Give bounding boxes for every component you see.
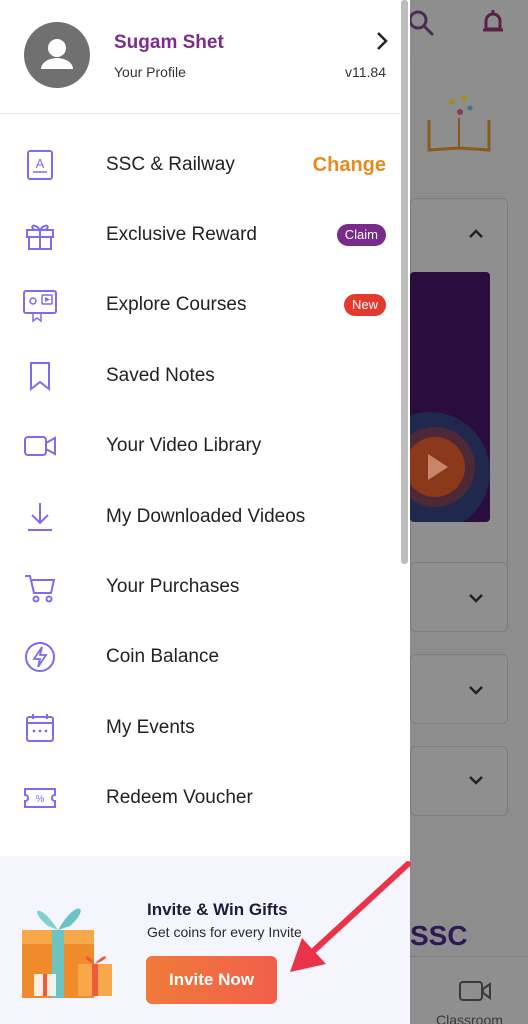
menu-item-saved-notes[interactable]: Saved Notes	[0, 341, 400, 411]
new-badge: New	[343, 294, 386, 316]
menu-item-label: Explore Courses	[106, 294, 247, 315]
menu-item-video-library[interactable]: Your Video Library	[0, 411, 400, 481]
change-category-link[interactable]: Change	[313, 130, 386, 200]
video-camera-icon	[24, 436, 56, 456]
background-section-title: SSC	[410, 920, 468, 951]
user-icon	[41, 39, 73, 69]
menu-item-label: Your Video Library	[106, 435, 262, 456]
chevron-down-icon	[469, 594, 483, 603]
bell-icon	[483, 10, 503, 32]
chevron-right-icon[interactable]	[372, 30, 392, 52]
background-card	[410, 654, 508, 724]
menu-item-exclusive-reward[interactable]: Exclusive Reward Claim	[0, 200, 400, 270]
menu-item-label: Your Purchases	[106, 576, 240, 597]
background-card	[410, 746, 508, 816]
menu-item-my-events[interactable]: My Events	[0, 693, 400, 763]
app-version: v11.84	[345, 64, 386, 80]
cart-icon	[25, 575, 56, 603]
background-tab-label: Classroom	[436, 1012, 503, 1024]
search-icon	[408, 10, 434, 36]
menu-item-label: My Downloaded Videos	[106, 506, 306, 527]
menu-item-purchases[interactable]: Your Purchases	[0, 552, 400, 622]
chevron-up-icon	[469, 229, 483, 238]
exam-icon: A	[27, 150, 53, 180]
classroom-video-icon	[459, 981, 491, 1001]
invite-title: Invite & Win Gifts	[147, 900, 288, 919]
svg-text:%: %	[36, 794, 45, 805]
menu-item-downloaded-videos[interactable]: My Downloaded Videos	[0, 482, 400, 552]
annotation-arrow	[290, 861, 411, 972]
menu-item-ssc-railway[interactable]: A SSC & Railway Change	[0, 130, 400, 200]
menu-item-label: My Events	[106, 717, 195, 738]
gift-icon	[26, 224, 54, 250]
background-video-thumbnail	[410, 272, 490, 522]
claim-badge: Claim	[336, 224, 386, 246]
menu-item-explore-courses[interactable]: Explore Courses New	[0, 270, 400, 340]
bookmark-icon	[30, 362, 50, 392]
voucher-icon: %	[24, 788, 56, 808]
avatar[interactable]	[24, 22, 90, 88]
profile-name: Sugam Shet	[114, 32, 224, 53]
profile-header[interactable]: Sugam Shet Your Profile v11.84	[0, 0, 400, 114]
profile-subtitle[interactable]: Your Profile	[114, 64, 186, 80]
scrollbar[interactable]	[401, 0, 408, 564]
menu-item-label: Coin Balance	[106, 646, 220, 667]
menu-item-redeem-voucher[interactable]: % Redeem Voucher	[0, 763, 400, 833]
menu-item-coin-balance[interactable]: Coin Balance	[0, 622, 400, 692]
svg-text:A: A	[36, 156, 45, 171]
courses-icon	[23, 290, 57, 323]
background-card	[410, 562, 508, 632]
menu-item-label: Exclusive Reward	[106, 224, 257, 245]
download-icon	[28, 503, 52, 531]
invite-subtitle: Get coins for every Invite	[147, 924, 302, 940]
coin-icon	[25, 642, 55, 672]
gift-box-illustration	[22, 908, 112, 998]
menu-item-label: Saved Notes	[106, 365, 215, 386]
book-illustration	[427, 95, 491, 152]
invite-now-button[interactable]: Invite Now	[146, 956, 277, 1004]
menu-item-label: SSC & Railway	[106, 154, 235, 175]
chevron-down-icon	[469, 776, 483, 785]
chevron-down-icon	[469, 686, 483, 695]
menu-item-label: Redeem Voucher	[106, 787, 253, 808]
calendar-icon	[26, 714, 54, 742]
